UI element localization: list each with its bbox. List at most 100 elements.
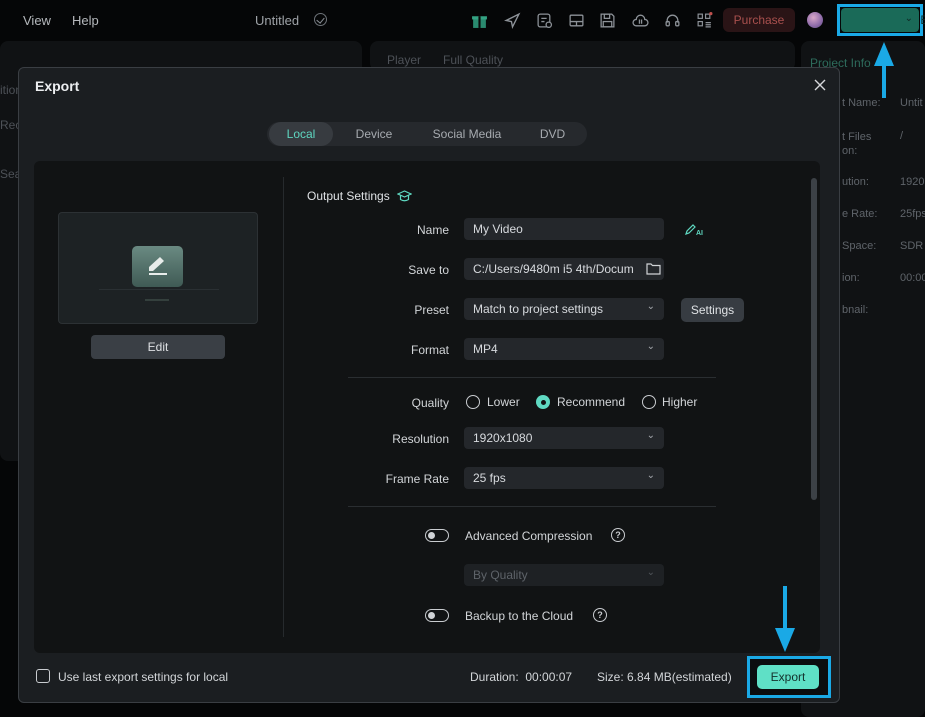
ai-rename-icon[interactable]: AI — [684, 222, 704, 236]
divider — [348, 506, 716, 507]
help-icon[interactable]: ? — [611, 528, 625, 542]
menu-help[interactable]: Help — [72, 13, 99, 28]
divider — [283, 177, 284, 637]
info-value: 25fps — [900, 208, 925, 220]
avatar[interactable] — [807, 12, 823, 28]
compression-mode-select: By Quality ⌄ — [464, 564, 664, 586]
info-value: SDR — [900, 240, 924, 252]
edit-thumbnail-button[interactable]: Edit — [91, 335, 225, 359]
project-title: Untitled — [255, 13, 300, 28]
preset-label: Preset — [414, 303, 449, 317]
size-text: Size: 6.84 MB(estimated) — [597, 670, 732, 684]
name-input[interactable]: My Video — [464, 218, 664, 240]
gift-icon[interactable] — [470, 11, 488, 29]
info-label: e Rate: — [842, 208, 878, 220]
top-export-button[interactable]: Export ⌄ — [841, 8, 925, 32]
duration-text: Duration: 00:00:07 — [470, 670, 573, 684]
use-last-settings-checkbox[interactable] — [36, 669, 50, 683]
save-to-label: Save to — [408, 263, 449, 277]
frame-rate-label: Frame Rate — [385, 472, 449, 486]
quality-recommend-label[interactable]: Recommend — [557, 395, 625, 409]
preset-select[interactable]: Match to project settings ⌄ — [464, 298, 664, 320]
send-icon[interactable] — [503, 11, 521, 29]
save-to-input[interactable]: C:/Users/9480m i5 4th/Docum — [464, 258, 664, 280]
quality-lower-radio[interactable] — [466, 395, 480, 409]
quality-label: Quality — [411, 396, 449, 410]
top-bar: View Help Untitled Purchase Export ⌄ — [0, 0, 925, 40]
video-thumbnail — [58, 212, 258, 324]
export-content: Edit Output Settings Name My Video AI Sa… — [34, 161, 820, 653]
resolution-select[interactable]: 1920x1080 ⌄ — [464, 427, 664, 449]
graduation-cap-icon[interactable] — [397, 190, 412, 203]
info-value: 00:00 — [900, 272, 925, 284]
chevron-down-icon: ⌄ — [646, 470, 655, 481]
annotation-arrow-down — [775, 586, 795, 652]
use-last-settings-label[interactable]: Use last export settings for local — [58, 670, 228, 684]
annotation-arrow-up — [874, 42, 894, 98]
quality-higher-label[interactable]: Higher — [662, 395, 697, 409]
advanced-compression-toggle[interactable] — [425, 529, 449, 542]
divider — [348, 377, 716, 378]
format-label: Format — [410, 343, 449, 357]
apps-grid-icon[interactable] — [695, 11, 713, 29]
quality-higher-radio[interactable] — [642, 395, 656, 409]
name-label: Name — [416, 223, 449, 237]
info-label: ution: — [842, 176, 869, 188]
compression-mode-value: By Quality — [473, 568, 528, 582]
info-label: Space: — [842, 240, 877, 252]
thumb-shadow — [99, 289, 219, 290]
format-value: MP4 — [473, 342, 498, 356]
dialog-title: Export — [35, 78, 80, 94]
top-export-label: Export — [920, 13, 925, 27]
thumb-reflection — [145, 299, 169, 301]
advanced-compression-label: Advanced Compression — [465, 529, 593, 543]
help-icon[interactable]: ? — [593, 608, 607, 622]
svg-text:AI: AI — [696, 230, 703, 236]
info-label: t Files on: — [842, 131, 872, 157]
task-list-icon[interactable] — [535, 11, 553, 29]
backup-cloud-toggle[interactable] — [425, 609, 449, 622]
purchase-button[interactable]: Purchase — [723, 8, 795, 32]
quality-recommend-radio[interactable] — [536, 395, 550, 409]
tab-device[interactable]: Device — [339, 122, 409, 146]
export-button[interactable]: Export — [757, 665, 819, 689]
info-value: Untit — [900, 97, 923, 109]
scrollbar-thumb[interactable] — [811, 178, 817, 500]
format-select[interactable]: MP4 ⌄ — [464, 338, 664, 360]
tab-dvd[interactable]: DVD — [525, 122, 580, 146]
resolution-label: Resolution — [392, 432, 449, 446]
saved-check-icon — [314, 13, 327, 26]
folder-icon[interactable] — [646, 262, 661, 275]
chevron-down-icon[interactable]: ⌄ — [905, 13, 913, 24]
player-quality: Full Quality — [443, 53, 504, 67]
headset-icon[interactable] — [663, 11, 681, 29]
info-value: / — [900, 130, 904, 142]
info-label: ion: — [842, 272, 860, 284]
output-settings-title: Output Settings — [307, 189, 390, 203]
backup-cloud-label: Backup to the Cloud — [465, 609, 574, 623]
save-icon[interactable] — [598, 11, 616, 29]
chevron-down-icon: ⌄ — [646, 430, 655, 441]
frame-rate-value: 25 fps — [473, 471, 506, 485]
cloud-upload-icon[interactable] — [631, 11, 649, 29]
info-label: bnail: — [842, 304, 869, 316]
resolution-value: 1920x1080 — [473, 431, 533, 445]
layout-icon[interactable] — [567, 11, 585, 29]
chevron-down-icon: ⌄ — [646, 567, 655, 578]
chevron-down-icon: ⌄ — [646, 301, 655, 312]
name-value: My Video — [473, 222, 523, 236]
settings-button[interactable]: Settings — [681, 298, 744, 322]
export-tabs: Local Device Social Media DVD — [267, 122, 587, 146]
player-label: Player — [387, 53, 422, 67]
frame-rate-select[interactable]: 25 fps ⌄ — [464, 467, 664, 489]
tab-social-media[interactable]: Social Media — [417, 122, 517, 146]
quality-lower-label[interactable]: Lower — [487, 395, 520, 409]
save-to-value: C:/Users/9480m i5 4th/Docum — [473, 262, 634, 276]
info-value: 1920 — [900, 176, 925, 188]
close-icon[interactable] — [813, 78, 827, 92]
chevron-down-icon: ⌄ — [646, 341, 655, 352]
edit-pencil-icon — [132, 246, 183, 287]
menu-view[interactable]: View — [23, 13, 51, 28]
preset-value: Match to project settings — [473, 302, 604, 316]
tab-local[interactable]: Local — [269, 122, 333, 146]
